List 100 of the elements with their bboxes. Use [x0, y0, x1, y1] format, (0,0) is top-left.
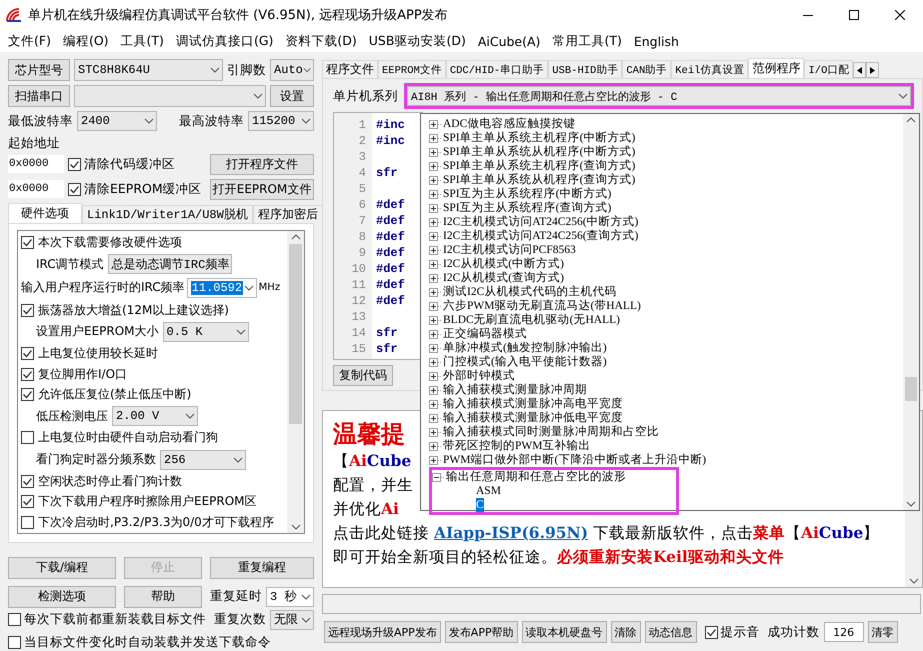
- tree-item[interactable]: SPI单主单从系统主机程序(中断方式): [429, 131, 903, 145]
- menu-item[interactable]: 工具(T): [114, 32, 170, 50]
- scroll-down-icon[interactable]: [290, 524, 300, 530]
- scrollbar[interactable]: [903, 114, 919, 510]
- tree-item[interactable]: 输出任意周期和任意占空比的波形: [432, 470, 676, 484]
- tree-item[interactable]: SPI互为主从系统程序(查询方式): [429, 201, 903, 215]
- tree-item[interactable]: 输入捕获模式测量脉冲低电平宽度: [429, 411, 903, 425]
- tree-item[interactable]: I2C主机模式访问AT24C256(查询方式): [429, 229, 903, 243]
- tab[interactable]: 范例程序: [748, 58, 804, 78]
- tree-leaf[interactable]: ASM: [476, 484, 676, 498]
- expand-icon[interactable]: [429, 316, 441, 324]
- expand-icon[interactable]: [429, 204, 441, 212]
- expand-icon[interactable]: [429, 358, 441, 366]
- tree-item[interactable]: SPI单主单从系统从机程序(查询方式): [429, 173, 903, 187]
- tab[interactable]: Link1D/Writer1A/U8W脱机: [82, 204, 253, 222]
- expand-icon[interactable]: [429, 344, 441, 352]
- tree-item[interactable]: 外部时钟模式: [429, 369, 903, 383]
- checkbox[interactable]: [21, 304, 34, 317]
- tree-item[interactable]: I2C主机模式访问AT24C256(中断方式): [429, 215, 903, 229]
- frequency-select[interactable]: 11.0592: [186, 278, 257, 298]
- checkbox[interactable]: [21, 474, 34, 488]
- checkbox[interactable]: [704, 626, 718, 638]
- toolbar-button[interactable]: 发布APP帮助: [444, 621, 518, 643]
- expand-icon[interactable]: [429, 176, 441, 184]
- expand-icon[interactable]: [429, 400, 441, 408]
- checkbox[interactable]: [68, 182, 81, 196]
- menu-item[interactable]: USB驱动安装(D): [362, 32, 472, 50]
- scroll-thumb[interactable]: [905, 377, 917, 401]
- option-select[interactable]: 256: [160, 450, 246, 470]
- scan-port-button[interactable]: 扫描串口: [8, 85, 70, 107]
- expand-icon[interactable]: [429, 288, 441, 296]
- expand-icon[interactable]: [429, 232, 441, 240]
- checkbox[interactable]: [21, 516, 34, 529]
- checkbox[interactable]: [21, 368, 34, 381]
- expand-icon[interactable]: [429, 162, 441, 170]
- expand-icon[interactable]: [429, 190, 441, 198]
- max-baud-select[interactable]: 115200: [248, 111, 314, 132]
- tree-item[interactable]: I2C主机模式访问PCF8563: [429, 243, 903, 257]
- checkbox[interactable]: [21, 495, 34, 508]
- tree-item[interactable]: SPI单主单从系统从机程序(中断方式): [429, 145, 903, 159]
- expand-icon[interactable]: [429, 148, 441, 156]
- tree-item[interactable]: SPI单主单从系统主机程序(查询方式): [429, 159, 903, 173]
- toolbar-button[interactable]: 远程现场升级APP发布: [324, 621, 441, 643]
- tree-item[interactable]: 门控模式(输入电平使能计数器): [429, 355, 903, 369]
- checkbox[interactable]: [8, 636, 21, 649]
- checkbox[interactable]: [68, 158, 81, 170]
- expand-icon[interactable]: [429, 246, 441, 254]
- tree-item[interactable]: 单脉冲模式(触发控制脉冲输出): [429, 341, 903, 355]
- scroll-up-icon[interactable]: [290, 234, 300, 240]
- expand-icon[interactable]: [429, 428, 441, 436]
- tab[interactable]: Keil仿真设置: [671, 60, 748, 78]
- open-file-button[interactable]: 打开程序文件: [210, 154, 314, 174]
- option-select[interactable]: 2.00 V: [112, 406, 198, 426]
- tab[interactable]: I/O口配: [804, 60, 854, 78]
- menu-item[interactable]: 调试仿真接口(G): [170, 32, 280, 50]
- tab[interactable]: 硬件选项: [8, 202, 82, 222]
- scroll-up-icon[interactable]: [906, 117, 916, 123]
- tree-item[interactable]: 正交编码器模式: [429, 327, 903, 341]
- settings-button[interactable]: 设置: [270, 85, 314, 107]
- checkbox[interactable]: [8, 613, 21, 626]
- menu-item[interactable]: 资料下载(D): [279, 32, 363, 50]
- tree-item[interactable]: 输入捕获模式测量脉冲周期: [429, 383, 903, 397]
- tree-item[interactable]: 带死区控制的PWM互补输出: [429, 439, 903, 453]
- checkbox[interactable]: [21, 388, 34, 401]
- repeat-delay-select[interactable]: 3 秒: [266, 586, 314, 606]
- min-baud-select[interactable]: 2400: [77, 111, 157, 132]
- scroll-down-icon[interactable]: [906, 501, 916, 507]
- tree-item[interactable]: 输入捕获模式测量脉冲高电平宽度: [429, 397, 903, 411]
- tree-item[interactable]: 输入捕获模式同时测量脉冲周期和占空比: [429, 425, 903, 439]
- expand-icon[interactable]: [429, 134, 441, 142]
- menu-item[interactable]: AiCube(A): [472, 34, 546, 48]
- menu-item[interactable]: 常用工具(T): [546, 32, 628, 50]
- action-button[interactable]: 重复编程: [210, 556, 314, 578]
- chip-select[interactable]: STC8H8K64U: [74, 59, 223, 81]
- address-field[interactable]: 0x0000: [8, 180, 64, 198]
- expand-icon[interactable]: [429, 442, 441, 450]
- option-select[interactable]: 0.5 K: [162, 322, 249, 342]
- toolbar-button[interactable]: 读取本机硬盘号: [522, 621, 607, 643]
- tab-scroll-right-button[interactable]: [866, 62, 880, 78]
- pin-count-select[interactable]: Auto: [270, 59, 314, 81]
- tree-item[interactable]: 六步PWM驱动无刷直流马达(带HALL): [429, 299, 903, 313]
- expand-icon[interactable]: [429, 456, 441, 464]
- tree-item[interactable]: I2C从机模式(查询方式): [429, 271, 903, 285]
- tree-item[interactable]: PWM端口做外部中断(下降沿中断或者上升沿中断): [429, 453, 903, 467]
- tab[interactable]: CAN助手: [622, 60, 672, 78]
- expand-icon[interactable]: [429, 372, 441, 380]
- action-button[interactable]: 帮助: [124, 586, 202, 608]
- toolbar-button[interactable]: 动态信息: [644, 621, 697, 643]
- download-link[interactable]: AIapp-ISP(6.95N): [434, 523, 588, 542]
- tab-scroll-left-button[interactable]: [853, 62, 866, 78]
- expand-icon[interactable]: [429, 120, 441, 128]
- menu-item[interactable]: English: [628, 34, 685, 48]
- checkbox[interactable]: [21, 236, 34, 250]
- tree-item[interactable]: BLDC无刷直流电机驱动(无HALL): [429, 313, 903, 327]
- chip-model-button[interactable]: 芯片型号: [8, 59, 70, 81]
- tree-item[interactable]: I2C从机模式(中断方式): [429, 257, 903, 271]
- scroll-thumb[interactable]: [289, 244, 302, 424]
- expand-icon[interactable]: [429, 330, 441, 338]
- tree-item[interactable]: ADC做电容感应触摸按键: [429, 117, 903, 131]
- expand-icon[interactable]: [429, 414, 441, 422]
